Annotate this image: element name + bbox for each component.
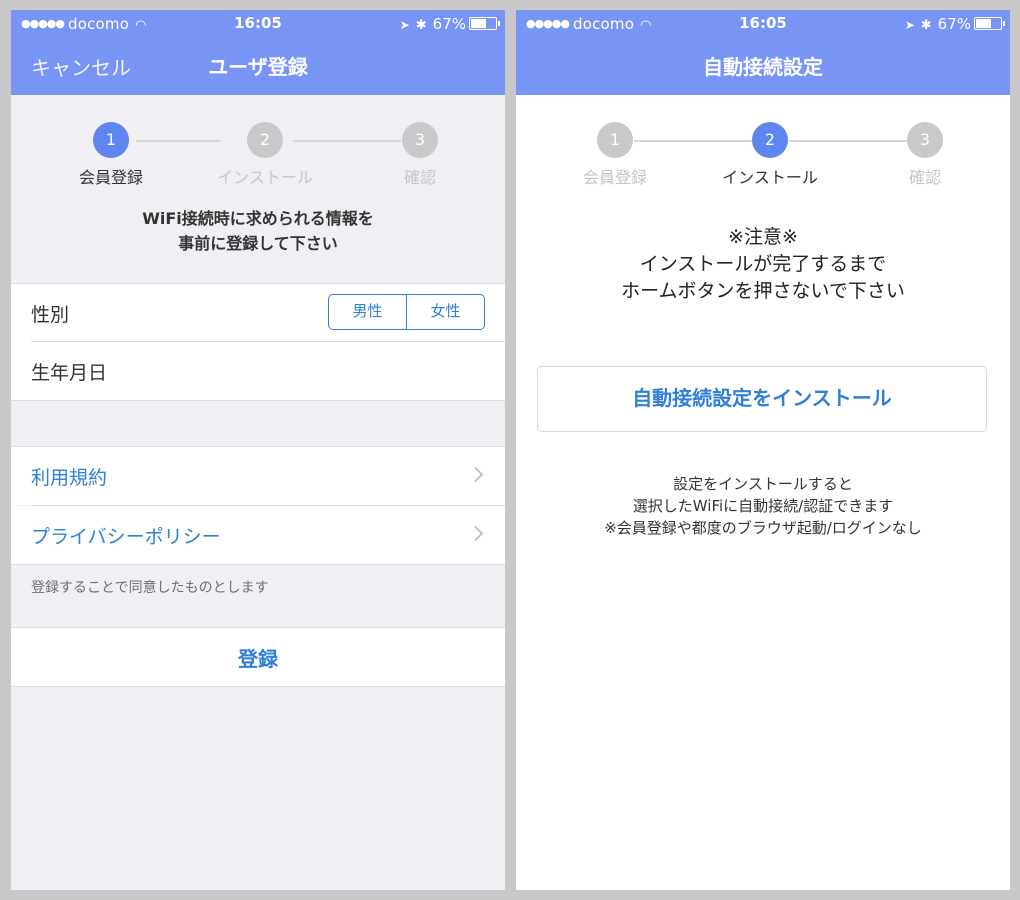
navigation-bar: 自動接続設定 — [516, 40, 1010, 95]
battery-percent: 67% — [432, 15, 466, 33]
divider — [11, 564, 505, 565]
step-3: 3 確認 — [870, 122, 980, 188]
step-number: 3 — [402, 122, 438, 158]
birthday-row[interactable]: 生年月日 — [11, 342, 505, 400]
step-2: 2 インストール — [715, 122, 825, 188]
location-icon: ➤ — [904, 18, 915, 32]
gender-male-option[interactable]: 男性 — [329, 295, 406, 329]
step-1: 1 会員登録 — [560, 122, 670, 188]
intro-line: WiFi接続時に求められる情報を — [142, 209, 374, 228]
privacy-row[interactable]: プライバシーポリシー — [11, 506, 505, 564]
status-right: ➤ ✱ 67% — [904, 15, 1005, 33]
step-label: 確認 — [908, 168, 941, 187]
status-bar: ●●●●● docomo ◠ 16:05 ➤ ✱ 67% — [11, 10, 505, 38]
intro-text: WiFi接続時に求められる情報を 事前に登録して下さい — [11, 206, 505, 256]
install-warning: ※注意※ インストールが完了するまで ホームボタンを押さないで下さい — [516, 224, 1010, 305]
top-bar: ●●●●● docomo ◠ 16:05 ➤ ✱ 67% 自動接続設定 — [516, 10, 1010, 95]
terms-row[interactable]: 利用規約 — [11, 447, 505, 505]
warning-title: ※注意※ — [728, 226, 798, 248]
gender-female-option[interactable]: 女性 — [406, 295, 484, 329]
battery-icon — [974, 17, 1005, 30]
chevron-right-icon — [467, 466, 484, 483]
step-2: 2 インストール — [210, 122, 320, 188]
divider — [11, 400, 505, 401]
install-note: 設定をインストールすると 選択したWiFiに自動接続/認証できます ※会員登録や… — [516, 473, 1010, 539]
page-title: 自動接続設定 — [703, 55, 823, 79]
step-label: インストール — [217, 168, 313, 187]
bluetooth-icon: ✱ — [920, 18, 932, 33]
divider — [11, 686, 505, 687]
chevron-right-icon — [467, 525, 484, 542]
page-title: ユーザ登録 — [208, 55, 308, 79]
battery-percent: 67% — [937, 15, 971, 33]
terms-link[interactable]: 利用規約 — [31, 463, 107, 490]
step-number: 1 — [597, 122, 633, 158]
step-label: 会員登録 — [582, 168, 647, 187]
step-3: 3 確認 — [365, 122, 475, 188]
birthday-label: 生年月日 — [31, 362, 108, 384]
step-label: インストール — [722, 168, 818, 187]
intro-line: 事前に登録して下さい — [178, 234, 338, 253]
step-number: 1 — [93, 122, 129, 158]
step-number: 2 — [752, 122, 788, 158]
status-bar: ●●●●● docomo ◠ 16:05 ➤ ✱ 67% — [516, 10, 1010, 38]
auto-connect-setup-screen: ●●●●● docomo ◠ 16:05 ➤ ✱ 67% 自動接続設定 1 会員登録 2… — [516, 10, 1010, 890]
note-line: 設定をインストールすると — [673, 475, 853, 493]
user-registration-screen: ●●●●● docomo ◠ 16:05 ➤ ✱ 67% キャンセル ユーザ登録 1 会… — [11, 10, 505, 890]
agreement-note: 登録することで同意したものとします — [31, 580, 269, 596]
step-number: 2 — [247, 122, 283, 158]
note-line: 選択したWiFiに自動接続/認証できます — [632, 497, 894, 515]
install-profile-button[interactable]: 自動接続設定をインストール — [537, 366, 987, 432]
gender-row: 性別 男性 女性 — [11, 284, 505, 342]
step-1: 1 会員登録 — [56, 122, 166, 188]
privacy-policy-link[interactable]: プライバシーポリシー — [31, 522, 221, 549]
gender-segmented-control: 男性 女性 — [328, 294, 485, 330]
step-number: 3 — [907, 122, 943, 158]
step-indicator: 1 会員登録 2 インストール 3 確認 — [11, 122, 505, 192]
location-icon: ➤ — [399, 18, 410, 32]
battery-icon — [469, 17, 500, 30]
gender-label: 性別 — [31, 304, 70, 326]
register-label: 登録 — [238, 647, 278, 671]
step-label: 確認 — [403, 168, 436, 187]
top-bar: ●●●●● docomo ◠ 16:05 ➤ ✱ 67% キャンセル ユーザ登録 — [11, 10, 505, 95]
register-button[interactable]: 登録 — [11, 628, 505, 686]
note-line: ※会員登録や都度のブラウザ起動/ログインなし — [604, 519, 922, 537]
step-indicator: 1 会員登録 2 インストール 3 確認 — [516, 122, 1010, 192]
warning-line: インストールが完了するまで — [639, 253, 887, 275]
warning-line: ホームボタンを押さないで下さい — [621, 280, 905, 302]
bluetooth-icon: ✱ — [415, 18, 427, 33]
navigation-bar: キャンセル ユーザ登録 — [11, 40, 505, 95]
step-label: 会員登録 — [78, 168, 143, 187]
status-right: ➤ ✱ 67% — [399, 15, 500, 33]
